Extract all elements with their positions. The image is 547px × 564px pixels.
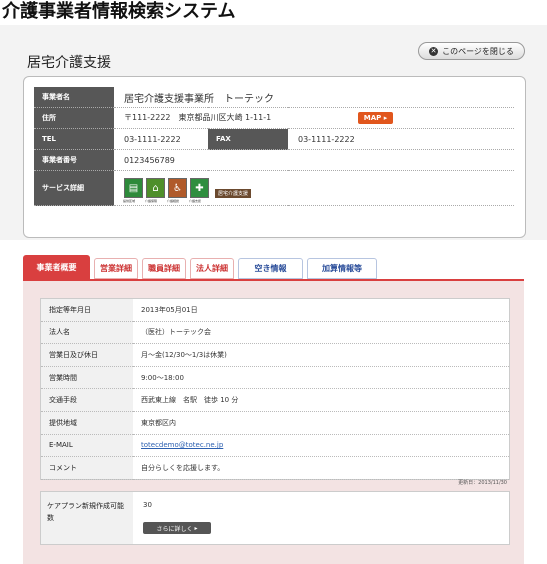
page-title: 居宅介護支援: [27, 55, 111, 71]
detail-label: コメント: [41, 456, 133, 480]
close-page-button[interactable]: ✕ このページを閉じる: [418, 42, 525, 60]
service-support-icon: ✚ 介護支援: [189, 178, 209, 203]
service-insurance-icon: ⌂ 介護保険: [145, 178, 165, 203]
number-value: 0123456789: [114, 149, 514, 171]
table-row: 営業日及び休日 月～金(12/30～1/3は休業): [41, 343, 509, 367]
detail-label: 交通手段: [41, 388, 133, 412]
detail-value: 9:00～18:00: [133, 366, 509, 390]
table-row: 法人名 （医社）トーテック会: [41, 321, 509, 345]
detail-value: （医社）トーテック会: [133, 321, 509, 345]
tab-availability[interactable]: 空き情報: [238, 258, 303, 279]
detail-label: E-MAIL: [41, 434, 133, 458]
updated-date: 更新日：2013/11/30: [458, 480, 507, 486]
more-details-button[interactable]: さらに詳しく ▸: [143, 522, 211, 534]
detail-label: 指定等年月日: [41, 299, 133, 322]
service-icons: ▤ 提供区域 ⌂ 介護保険 ♿ 介護相談 ✚ 介護支援 居宅介護支援: [123, 178, 514, 203]
fax-value: 03-1111-2222: [288, 128, 514, 150]
address-value: 〒111-2222 東京都品川区大崎 1-11-1: [124, 113, 272, 122]
detail-value: 2013年05月01日: [133, 299, 509, 322]
service-tag: 居宅介護支援: [215, 189, 252, 198]
address-cell: 〒111-2222 東京都品川区大崎 1-11-1 MAP ▸: [114, 107, 514, 129]
service-area-icon: ▤ 提供区域: [123, 178, 143, 203]
provider-name: 居宅介護支援事業所 トーテック: [114, 87, 514, 108]
detail-label: 営業時間: [41, 366, 133, 390]
detail-value: 西武東上線 名駅 徒歩 10 分: [133, 388, 509, 412]
service-cell: ▤ 提供区域 ⌂ 介護保険 ♿ 介護相談 ✚ 介護支援 居宅介護支援: [114, 170, 514, 206]
service-consult-icon: ♿ 介護相談: [167, 178, 187, 203]
care-plan-label: ケアプラン新規作成可能数: [41, 492, 133, 544]
detail-area: 指定等年月日 2013年05月01日 法人名 （医社）トーテック会 営業日及び休…: [23, 281, 524, 564]
detail-value: 東京都区内: [133, 411, 509, 435]
email-link[interactable]: totecdemo@totec.ne.jp: [141, 441, 223, 449]
care-plan-value: 30: [143, 501, 152, 509]
table-row: 提供地域 東京都区内: [41, 411, 509, 435]
close-page-label: このページを閉じる: [442, 46, 514, 56]
fax-label: FAX: [208, 128, 288, 150]
number-label: 事業者番号: [34, 149, 114, 171]
tab-additions[interactable]: 加算情報等: [307, 258, 377, 279]
tel-label: TEL: [34, 128, 114, 150]
tab-bar: 事業者概要 営業詳細 職員詳細 法人詳細 空き情報 加算情報等: [23, 255, 524, 281]
table-row: コメント 自分らしくを応援します。: [41, 456, 509, 480]
detail-label: 営業日及び休日: [41, 343, 133, 367]
tab-staff[interactable]: 職員詳細: [142, 258, 186, 279]
detail-label: 提供地域: [41, 411, 133, 435]
name-label: 事業者名: [34, 87, 114, 108]
tab-overview[interactable]: 事業者概要: [23, 255, 90, 279]
system-title: 介護事業者情報検索システム: [2, 1, 236, 22]
provider-info-card: 事業者名 居宅介護支援事業所 トーテック 住所 〒111-2222 東京都品川区…: [23, 76, 526, 238]
detail-box: 指定等年月日 2013年05月01日 法人名 （医社）トーテック会 営業日及び休…: [40, 298, 510, 480]
table-row: 営業時間 9:00～18:00: [41, 366, 509, 390]
close-icon: ✕: [429, 46, 439, 56]
care-plan-box: ケアプラン新規作成可能数 30 さらに詳しく ▸: [40, 491, 510, 545]
provider-info-table: 事業者名 居宅介護支援事業所 トーテック 住所 〒111-2222 東京都品川区…: [34, 87, 514, 206]
detail-value: 月～金(12/30～1/3は休業): [133, 343, 509, 367]
detail-value: 自分らしくを応援します。: [133, 456, 509, 480]
service-label: サービス詳細: [34, 170, 114, 206]
detail-label: 法人名: [41, 321, 133, 345]
table-row: E-MAIL totecdemo@totec.ne.jp: [41, 434, 509, 458]
detail-value-cell: totecdemo@totec.ne.jp: [133, 434, 509, 458]
detail-table: 指定等年月日 2013年05月01日 法人名 （医社）トーテック会 営業日及び休…: [41, 299, 509, 480]
table-row: 指定等年月日 2013年05月01日: [41, 299, 509, 322]
map-button[interactable]: MAP ▸: [357, 112, 394, 124]
tel-value: 03-1111-2222: [114, 128, 208, 150]
table-row: 交通手段 西武東上線 名駅 徒歩 10 分: [41, 388, 509, 412]
address-label: 住所: [34, 107, 114, 129]
tab-business[interactable]: 営業詳細: [94, 258, 138, 279]
tab-corporation[interactable]: 法人詳細: [190, 258, 234, 279]
